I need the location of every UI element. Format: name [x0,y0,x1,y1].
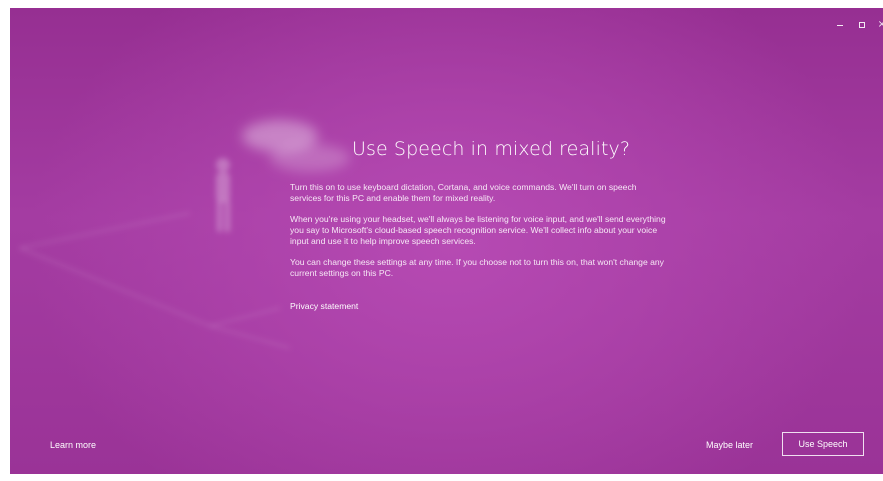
use-speech-button[interactable]: Use Speech [782,432,864,456]
maximize-icon [859,22,865,28]
learn-more-link[interactable]: Learn more [50,440,96,450]
page-title: Use Speech in mixed reality? [352,138,631,160]
close-button[interactable]: × [873,16,883,34]
description-paragraph-3: You can change these settings at any tim… [290,257,664,278]
close-icon: × [877,19,883,30]
maybe-later-button[interactable]: Maybe later [706,440,753,450]
dialog-content: Use Speech in mixed reality? Turn this o… [290,138,670,313]
speech-setup-window: × Use Speech in mixed reality? Turn this… [10,8,883,474]
description-paragraph-2: When you're using your headset, we'll al… [290,214,666,246]
minimize-button[interactable] [829,16,851,34]
description-paragraph-1: Turn this on to use keyboard dictation, … [290,182,637,203]
privacy-statement-link[interactable]: Privacy statement [290,301,358,311]
maximize-button[interactable] [851,16,873,34]
window-caption-buttons: × [829,16,883,34]
minimize-icon [837,24,843,26]
